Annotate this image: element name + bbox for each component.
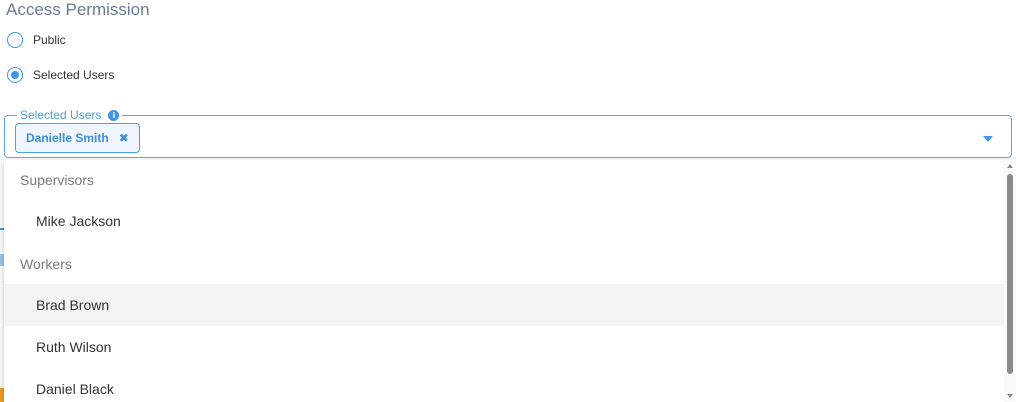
menu-item-mike-jackson[interactable]: Mike Jackson [4, 200, 1004, 242]
group-header-supervisors: Supervisors [20, 172, 94, 188]
selected-users-select[interactable]: Selected Users i Danielle Smith ✖ [4, 108, 1012, 158]
group-header-workers: Workers [20, 256, 72, 272]
scroll-down-arrow-icon[interactable] [1007, 394, 1013, 398]
chevron-down-icon[interactable] [983, 136, 993, 142]
user-chip[interactable]: Danielle Smith ✖ [15, 123, 140, 153]
radio-selected-users[interactable]: Selected Users [7, 67, 114, 83]
radio-selected-dot [11, 71, 19, 79]
scroll-up-arrow-icon[interactable] [1007, 164, 1013, 168]
selected-users-legend: Selected Users i [17, 108, 123, 122]
menu-scrollbar[interactable] [1004, 160, 1016, 402]
info-icon[interactable]: i [108, 109, 120, 121]
user-chip-label: Danielle Smith [26, 131, 109, 145]
radio-public-label: Public [33, 33, 66, 47]
scroll-thumb[interactable] [1007, 174, 1013, 374]
radio-public[interactable]: Public [7, 32, 66, 48]
radio-selected-users-label: Selected Users [33, 68, 115, 82]
menu-item-ruth-wilson[interactable]: Ruth Wilson [4, 326, 1004, 368]
close-icon[interactable]: ✖ [119, 131, 129, 145]
access-permission-title: Access Permission [6, 0, 150, 19]
radio-public-circle[interactable] [7, 32, 23, 48]
users-dropdown-menu: Supervisors Mike Jackson Workers Brad Br… [4, 160, 1016, 402]
menu-item-daniel-black[interactable]: Daniel Black [4, 368, 1004, 402]
radio-selected-users-circle[interactable] [7, 67, 23, 83]
menu-item-brad-brown[interactable]: Brad Brown [4, 284, 1004, 326]
selected-users-legend-label: Selected Users [20, 108, 102, 122]
